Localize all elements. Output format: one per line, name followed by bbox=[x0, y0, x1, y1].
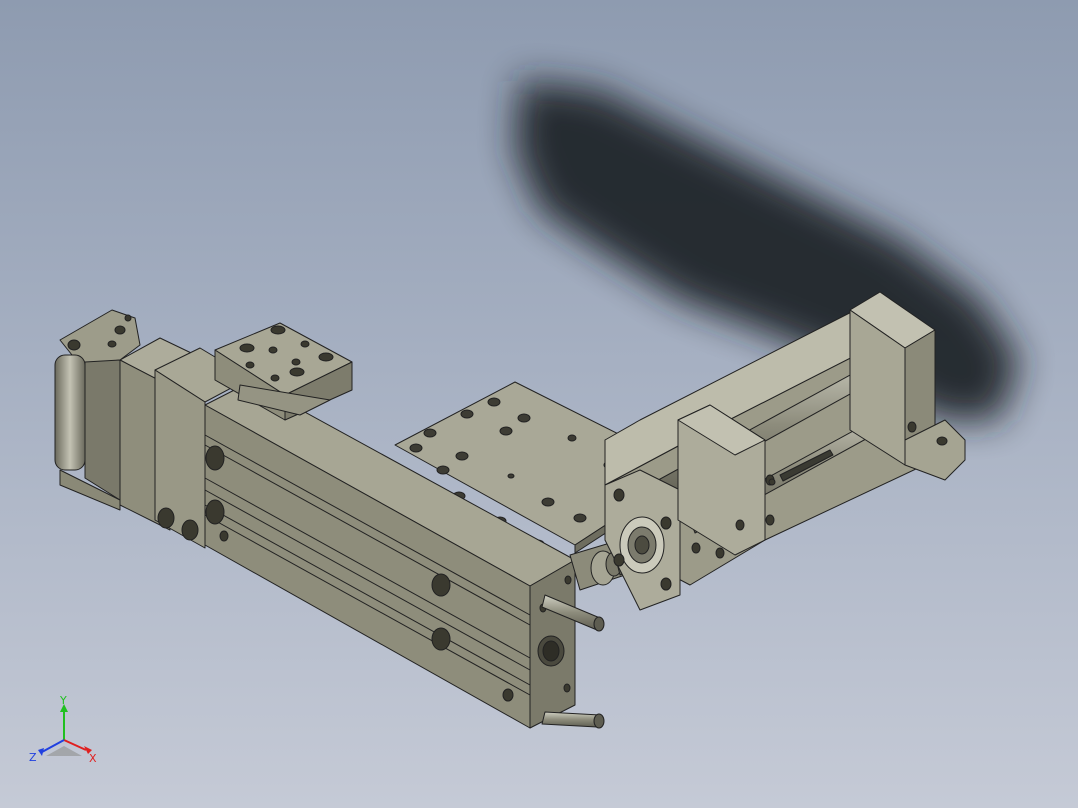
x-axis-label: X bbox=[89, 752, 97, 765]
cad-viewport[interactable]: Y X Z bbox=[0, 0, 1078, 808]
z-axis-label: Z bbox=[29, 751, 37, 764]
axis-triad: Y X Z bbox=[29, 694, 97, 765]
assembly-model[interactable] bbox=[0, 0, 1078, 808]
y-axis-label: Y bbox=[59, 694, 67, 707]
